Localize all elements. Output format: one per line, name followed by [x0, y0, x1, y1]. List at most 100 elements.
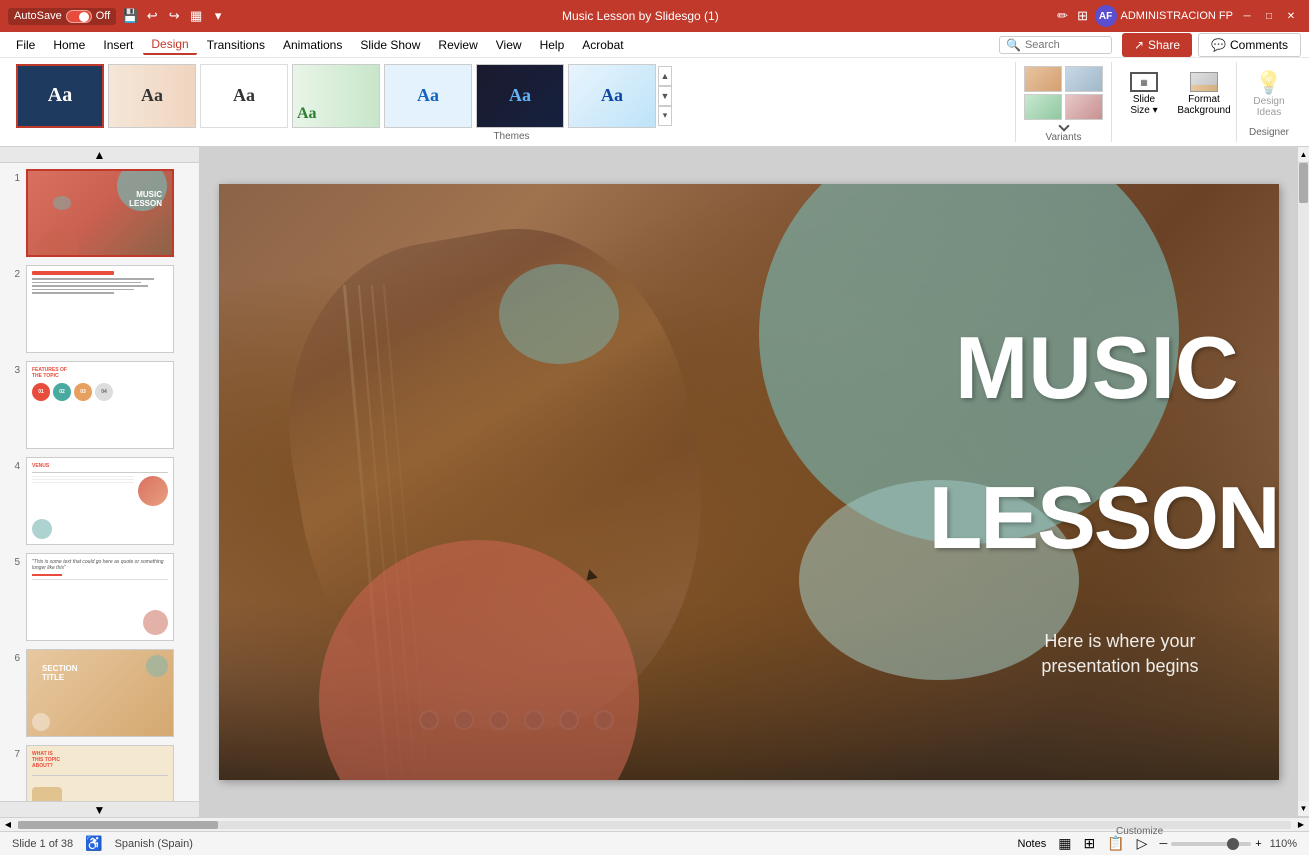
- theme-item-3[interactable]: Aa: [200, 64, 288, 128]
- comments-button[interactable]: 💬 Comments: [1198, 33, 1301, 57]
- normal-view-btn[interactable]: ▦: [1054, 833, 1075, 854]
- accessibility-icon[interactable]: ♿: [85, 835, 102, 852]
- slide-1-thumb-title: MUSICLESSON: [129, 191, 162, 209]
- slide-item-7[interactable]: 7 WHAT ISTHIS TOPICABOUT?: [4, 743, 195, 801]
- design-ideas-button[interactable]: 💡 Design Ideas: [1241, 66, 1297, 122]
- share-comments-area: ↗ Share 💬 Comments: [1122, 33, 1301, 57]
- status-bar: Slide 1 of 38 ♿ Spanish (Spain) Notes ▦ …: [0, 831, 1309, 855]
- slide-thumb-1[interactable]: MUSICLESSON: [26, 169, 174, 257]
- theme-item-6[interactable]: Aa: [476, 64, 564, 128]
- theme-item-4[interactable]: Aa: [292, 64, 380, 128]
- theme-item-7[interactable]: Aa: [568, 64, 656, 128]
- zoom-slider[interactable]: [1171, 842, 1251, 846]
- autosave-toggle[interactable]: [66, 10, 92, 23]
- language[interactable]: Spanish (Spain): [115, 838, 193, 850]
- notes-button[interactable]: Notes: [1018, 838, 1047, 850]
- title-bar-left: AutoSave Off 💾 ↩ ↪ ▦ ▾: [8, 8, 226, 25]
- layout-icon[interactable]: ⊞: [1075, 8, 1091, 24]
- scrollbar-arrow-up[interactable]: ▲: [1298, 147, 1309, 163]
- theme-2-label: Aa: [141, 85, 163, 106]
- slide-size-button[interactable]: ▦ Slide Size ▾: [1116, 68, 1172, 120]
- share-button[interactable]: ↗ Share: [1122, 33, 1192, 57]
- scrollbar-track[interactable]: [1298, 163, 1309, 801]
- variant-c[interactable]: [1024, 94, 1062, 120]
- h-scroll-right[interactable]: ▶: [1293, 818, 1309, 832]
- themes-scroll-up[interactable]: ▲: [658, 66, 672, 86]
- menu-design[interactable]: Design: [143, 35, 196, 55]
- h-scroll-left[interactable]: ◀: [0, 818, 16, 832]
- slide-title-lesson: LESSON: [929, 474, 1279, 562]
- undo-icon[interactable]: ↩: [144, 8, 160, 24]
- maximize-button[interactable]: □: [1259, 6, 1279, 26]
- slide-sorter-btn[interactable]: ⊞: [1079, 833, 1099, 854]
- search-input[interactable]: [1025, 39, 1105, 51]
- variant-a[interactable]: [1024, 66, 1062, 92]
- slide-panel-scroll-up[interactable]: ▲: [0, 147, 199, 163]
- scrollbar-arrow-down[interactable]: ▼: [1298, 801, 1309, 817]
- slide-number-4: 4: [6, 457, 20, 472]
- slide-thumb-6[interactable]: SECTIONTITLE: [26, 649, 174, 737]
- status-left: Slide 1 of 38 ♿ Spanish (Spain): [12, 835, 193, 852]
- zoom-plus[interactable]: +: [1255, 838, 1261, 850]
- slide-panel-scroll-down[interactable]: ▼: [0, 801, 199, 817]
- main-area: ▲ 1 MUSICLESSON: [0, 147, 1309, 817]
- variants-row-2: [1024, 94, 1103, 120]
- h-scroll-track[interactable]: [18, 821, 1291, 829]
- theme-item-2[interactable]: Aa: [108, 64, 196, 128]
- designer-group: 💡 Design Ideas Designer: [1237, 62, 1301, 142]
- slide-title-music: MUSIC: [955, 324, 1239, 412]
- slide-canvas[interactable]: MUSIC LESSON Here is where yourpresentat…: [219, 184, 1279, 780]
- menu-acrobat[interactable]: Acrobat: [574, 36, 631, 54]
- zoom-minus[interactable]: ─: [1159, 838, 1167, 850]
- themes-scroll-more[interactable]: ▾: [658, 106, 672, 126]
- scrollbar-thumb[interactable]: [1299, 163, 1308, 203]
- slide-item-2[interactable]: 2: [4, 263, 195, 355]
- slide-item-5[interactable]: 5 "This is some text that could go here …: [4, 551, 195, 643]
- slide-thumb-2[interactable]: [26, 265, 174, 353]
- slide-panel-scroll[interactable]: 1 MUSICLESSON 2: [0, 163, 199, 801]
- format-bg-label: Format: [1188, 94, 1220, 105]
- variant-d[interactable]: [1065, 94, 1103, 120]
- minimize-button[interactable]: ─: [1237, 6, 1257, 26]
- redo-icon[interactable]: ↪: [166, 8, 182, 24]
- menu-view[interactable]: View: [488, 36, 530, 54]
- slide-thumb-3[interactable]: FEATURES OFTHE TOPIC 01 02 03 04: [26, 361, 174, 449]
- close-button[interactable]: ✕: [1281, 6, 1301, 26]
- bottom-scrollbar[interactable]: ◀ ▶: [0, 817, 1309, 831]
- save-icon[interactable]: 💾: [122, 8, 138, 24]
- pen-icon[interactable]: ✏: [1055, 8, 1071, 24]
- zoom-thumb[interactable]: [1227, 838, 1239, 850]
- theme-item-1[interactable]: Aa: [16, 64, 104, 128]
- format-background-button[interactable]: Format Background: [1176, 68, 1232, 120]
- zoom-level[interactable]: 110%: [1270, 838, 1297, 850]
- slide-info: Slide 1 of 38: [12, 838, 73, 850]
- menu-insert[interactable]: Insert: [95, 36, 141, 54]
- autosave-badge[interactable]: AutoSave Off: [8, 8, 116, 25]
- menu-home[interactable]: Home: [45, 36, 93, 54]
- theme-item-5[interactable]: Aa: [384, 64, 472, 128]
- customize-label: Customize: [1116, 824, 1163, 837]
- slide-thumb-5[interactable]: "This is some text that could go here as…: [26, 553, 174, 641]
- menu-file[interactable]: File: [8, 36, 43, 54]
- slide-thumb-4[interactable]: VENUS: [26, 457, 174, 545]
- menu-review[interactable]: Review: [430, 36, 485, 54]
- slide-item-1[interactable]: 1 MUSICLESSON: [4, 167, 195, 259]
- user-avatar[interactable]: AF: [1095, 5, 1117, 27]
- themes-container: Aa Aa Aa Aa: [16, 62, 1007, 129]
- menu-help[interactable]: Help: [532, 36, 573, 54]
- slide-item-6[interactable]: 6 SECTIONTITLE: [4, 647, 195, 739]
- right-scrollbar[interactable]: ▲ ▼: [1297, 147, 1309, 817]
- h-scroll-thumb[interactable]: [18, 821, 218, 829]
- present-icon[interactable]: ▦: [188, 8, 204, 24]
- slide-item-4[interactable]: 4 VENUS: [4, 455, 195, 547]
- slide-background: MUSIC LESSON Here is where yourpresentat…: [219, 184, 1279, 780]
- customize-qat-icon[interactable]: ▾: [210, 8, 226, 24]
- menu-slideshow[interactable]: Slide Show: [352, 36, 428, 54]
- themes-scroll-down[interactable]: ▼: [658, 86, 672, 106]
- menu-animations[interactable]: Animations: [275, 36, 350, 54]
- slide-thumb-7[interactable]: WHAT ISTHIS TOPICABOUT?: [26, 745, 174, 801]
- slide-item-3[interactable]: 3 FEATURES OFTHE TOPIC 01 02 03 04: [4, 359, 195, 451]
- variant-b[interactable]: [1065, 66, 1103, 92]
- menu-transitions[interactable]: Transitions: [199, 36, 273, 54]
- search-box[interactable]: 🔍: [999, 36, 1112, 54]
